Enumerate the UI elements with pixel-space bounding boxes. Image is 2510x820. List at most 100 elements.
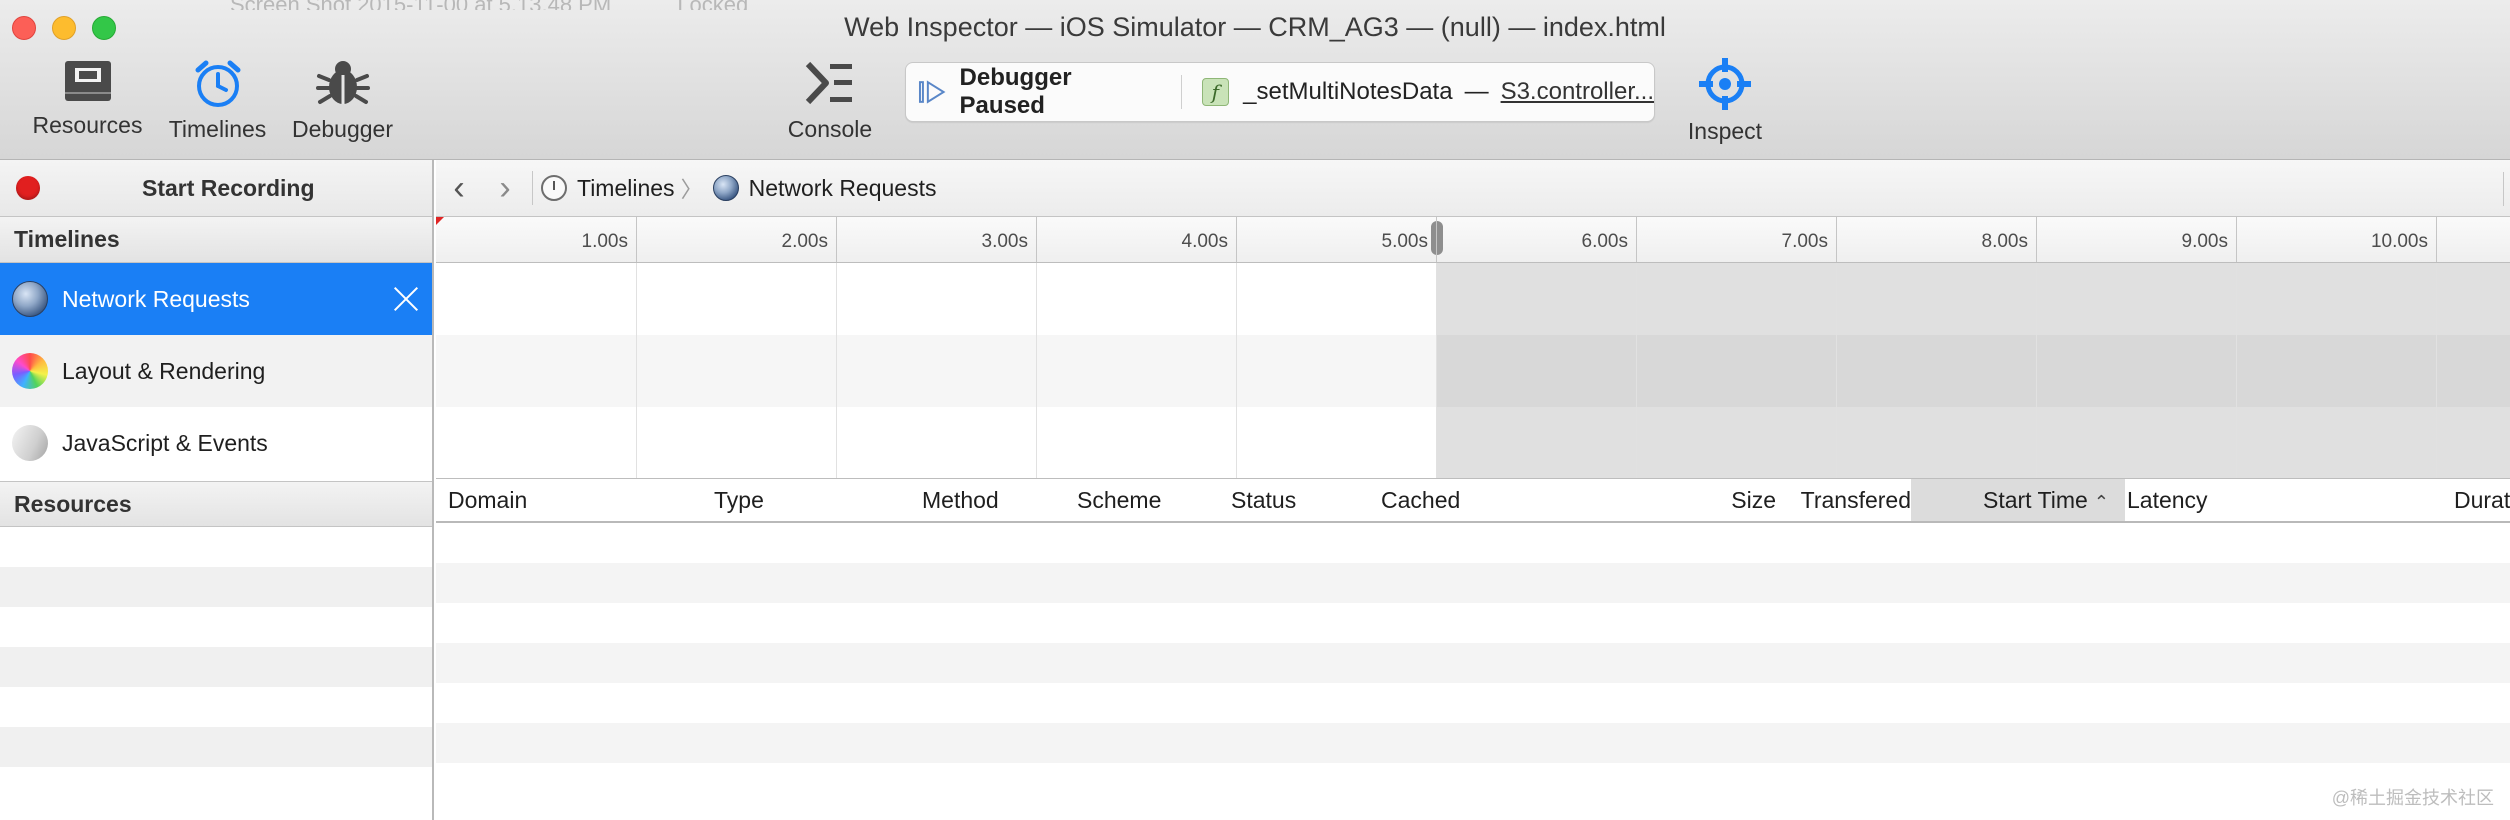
background-window-tabs: Screen Shot 2015-11-00 at 5.13.48 PM Loc… (230, 0, 808, 10)
empty-table-row (436, 643, 2510, 683)
empty-table-row (436, 523, 2510, 563)
crosshair-icon (1699, 58, 1751, 110)
timeline-item-label: Network Requests (62, 285, 250, 312)
window-title: Web Inspector — iOS Simulator — CRM_AG3 … (844, 12, 1666, 42)
timelines-label: Timelines (168, 116, 267, 142)
inspect-label: Inspect (1687, 118, 1763, 144)
column-header-label: Durat (2454, 487, 2510, 513)
console-button[interactable]: Console (770, 58, 890, 143)
timeline-item-label: Layout & Rendering (62, 357, 266, 384)
timeline-item-network-requests[interactable]: Network Requests (0, 263, 432, 335)
stopwatch-icon (195, 60, 240, 107)
source-file-link[interactable]: S3.controller... (1501, 78, 1654, 106)
ruler-tick-label: 6.00s (1581, 231, 1628, 252)
empty-resource-row (0, 727, 432, 767)
column-header-label: Type (714, 487, 764, 513)
timelines-tab-button[interactable]: Timelines (160, 58, 275, 143)
graph-grid-line (2036, 263, 2037, 478)
ruler-tick-label: 2.00s (781, 231, 828, 252)
debugger-label: Debugger (291, 116, 394, 142)
ruler-tick-label: 8.00s (1981, 231, 2028, 252)
inspect-button[interactable]: Inspect (1665, 58, 1785, 145)
ruler-tick-line (1436, 217, 1437, 262)
ruler-tick-label: 3.00s (981, 231, 1028, 252)
timeline-overview-graph[interactable] (436, 263, 2510, 479)
column-header-domain[interactable]: Domain (448, 479, 708, 521)
graph-grid-line (1036, 263, 1037, 478)
resume-icon[interactable] (918, 79, 948, 105)
debugger-tab-button[interactable]: Debugger (285, 58, 400, 143)
start-recording-button[interactable]: Start Recording (0, 160, 432, 217)
stopwatch-icon (541, 175, 567, 201)
empty-table-row (436, 603, 2510, 643)
column-header-label: Start Time (1983, 487, 2088, 513)
debugger-dashboard[interactable]: Debugger Paused f _setMultiNotesData — S… (905, 62, 1655, 122)
ruler-tick-label: 10.00s (2370, 231, 2428, 252)
column-header-latency[interactable]: Latency (2127, 479, 2327, 521)
selection-end-handle[interactable] (1431, 221, 1443, 255)
selection-start-marker[interactable] (436, 217, 444, 225)
column-header-scheme[interactable]: Scheme (1077, 479, 1227, 521)
column-header-label: Latency (2127, 487, 2208, 513)
column-header-label: Scheme (1077, 487, 1162, 513)
forward-button[interactable]: › (482, 171, 528, 205)
bug-icon (315, 61, 370, 104)
dashboard-divider (1180, 75, 1182, 109)
timelines-section-header: Timelines (0, 217, 432, 263)
dashboard-separator: — (1464, 78, 1489, 105)
timeline-item-layout-rendering[interactable]: Layout & Rendering (0, 335, 432, 407)
ruler-tick-label: 1.00s (581, 231, 628, 252)
function-icon: f (1201, 78, 1230, 106)
debugger-paused-label: Debugger Paused (959, 64, 1072, 119)
column-header-status[interactable]: Status (1231, 479, 1371, 521)
debugger-status[interactable]: Debugger Paused (906, 64, 1161, 120)
ruler-tick-line (2436, 217, 2437, 262)
empty-resource-row (0, 647, 432, 687)
column-header-start-time[interactable]: Start Time ⌃ (1911, 479, 2125, 521)
timeline-ruler[interactable]: 1.00s 2.00s 3.00s 4.00s 5.00s 6.00s 7.00s 8.00s… (436, 217, 2510, 263)
column-header-transfered[interactable]: Transfered (1786, 479, 1911, 521)
start-recording-label: Start Recording (142, 174, 315, 201)
breadcrumb-label: Network Requests (748, 174, 937, 201)
breadcrumb-timelines[interactable]: Timelines (541, 175, 675, 202)
background-tab: Screen Shot 2015-11-00 at 5.13.48 PM (230, 0, 611, 10)
column-header-method[interactable]: Method (922, 479, 1072, 521)
column-header-label: Size (1731, 487, 1776, 513)
empty-resource-row (0, 767, 432, 807)
breadcrumb-label: Timelines (577, 174, 675, 201)
column-header-size[interactable]: Size (1658, 479, 1776, 521)
ruler-tick-line (636, 217, 637, 262)
ruler-tick-line (1836, 217, 1837, 262)
graph-grid-line (836, 263, 837, 478)
ruler-tick-line (2236, 217, 2237, 262)
graph-grid-line (636, 263, 637, 478)
close-icon[interactable] (392, 285, 420, 313)
resources-tab-button[interactable]: Resources (30, 58, 145, 139)
script-icon (6, 419, 54, 467)
graph-grid-line (1836, 263, 1837, 478)
graph-grid-line (2236, 263, 2237, 478)
unselected-range-overlay (1436, 263, 2510, 478)
column-header-label: Transfered (1800, 487, 1911, 513)
empty-table-row (436, 563, 2510, 603)
column-header-type[interactable]: Type (714, 479, 914, 521)
column-header-label: Domain (448, 487, 528, 513)
color-wheel-icon (12, 353, 48, 389)
column-header-durat[interactable]: Durat (2454, 479, 2510, 521)
empty-resource-row (0, 687, 432, 727)
breadcrumb-separator-icon: 〉 (680, 177, 703, 202)
ruler-tick-line (1636, 217, 1637, 262)
nav-divider (532, 171, 533, 205)
column-header-cached[interactable]: Cached (1381, 479, 1581, 521)
window-toolbar: Screen Shot 2015-11-00 at 5.13.48 PM Loc… (0, 0, 2510, 160)
empty-table-row (436, 683, 2510, 723)
back-button[interactable]: ‹ (436, 171, 482, 205)
ruler-tick-label: 4.00s (1181, 231, 1228, 252)
paused-function-name: _setMultiNotesData (1243, 78, 1453, 105)
breadcrumb-network-requests[interactable]: Network Requests (712, 174, 937, 202)
ruler-tick-line (836, 217, 837, 262)
watermark: @稀土掘金技术社区 (2331, 788, 2494, 808)
ruler-tick-line (1236, 217, 1237, 262)
timeline-item-javascript-events[interactable]: JavaScript & Events (0, 407, 432, 479)
empty-resource-row (0, 527, 432, 567)
